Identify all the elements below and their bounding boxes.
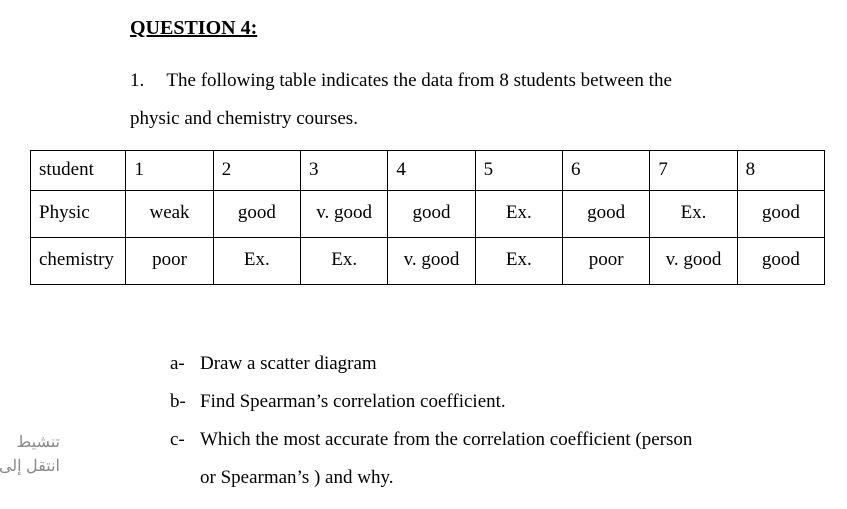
task-b: b- Find Spearman’s correlation coefficie…: [170, 383, 770, 421]
task-a: a- Draw a scatter diagram: [170, 345, 770, 383]
table-row: Physic weak good v. good good Ex. good E…: [31, 190, 825, 237]
physic-cell: v. good: [301, 190, 388, 237]
physic-cell: Ex.: [650, 190, 737, 237]
student-col: 1: [126, 151, 213, 191]
physic-cell: weak: [126, 190, 213, 237]
student-col: 6: [563, 151, 650, 191]
task-text: Find Spearman’s correlation coefficient.: [200, 383, 770, 421]
table-row: student 1 2 3 4 5 6 7 8: [31, 151, 825, 191]
question-heading: QUESTION 4:: [130, 14, 257, 42]
row-label-chemistry: chemistry: [31, 237, 126, 284]
student-col: 2: [213, 151, 300, 191]
physic-cell: good: [388, 190, 475, 237]
chemistry-cell: v. good: [650, 237, 737, 284]
intro-line1: The following table indicates the data f…: [166, 70, 671, 91]
watermark-line2: انتقل إلى: [0, 458, 60, 475]
watermark-line1: تنشيط: [16, 434, 60, 451]
task-c: c- Which the most accurate from the corr…: [170, 421, 770, 497]
chemistry-cell: poor: [563, 237, 650, 284]
task-c-line2: or Spearman’s ) and why.: [200, 467, 393, 488]
task-text: Draw a scatter diagram: [200, 345, 770, 383]
intro-number: 1.: [130, 62, 162, 100]
student-col: 7: [650, 151, 737, 191]
student-col: 8: [737, 151, 824, 191]
task-text: Which the most accurate from the correla…: [200, 421, 770, 497]
chemistry-cell: v. good: [388, 237, 475, 284]
student-col: 4: [388, 151, 475, 191]
intro-paragraph: 1. The following table indicates the dat…: [130, 62, 780, 138]
table-row: chemistry poor Ex. Ex. v. good Ex. poor …: [31, 237, 825, 284]
chemistry-cell: Ex.: [213, 237, 300, 284]
physic-cell: good: [213, 190, 300, 237]
activation-watermark: تنشيط انتقل إلى: [0, 431, 60, 479]
student-col: 5: [475, 151, 562, 191]
row-label-physic: Physic: [31, 190, 126, 237]
chemistry-cell: Ex.: [475, 237, 562, 284]
task-c-line1: Which the most accurate from the correla…: [200, 429, 692, 450]
task-letter: b-: [170, 383, 200, 421]
task-letter: a-: [170, 345, 200, 383]
task-letter: c-: [170, 421, 200, 497]
chemistry-cell: Ex.: [301, 237, 388, 284]
physic-cell: Ex.: [475, 190, 562, 237]
page: QUESTION 4: 1. The following table indic…: [0, 0, 847, 509]
chemistry-cell: poor: [126, 237, 213, 284]
physic-cell: good: [563, 190, 650, 237]
chemistry-cell: good: [737, 237, 824, 284]
task-list: a- Draw a scatter diagram b- Find Spearm…: [170, 345, 770, 497]
data-table: student 1 2 3 4 5 6 7 8 Physic weak good…: [30, 150, 825, 285]
student-col: 3: [301, 151, 388, 191]
header-label: student: [31, 151, 126, 191]
physic-cell: good: [737, 190, 824, 237]
intro-line2: physic and chemistry courses.: [130, 108, 358, 129]
